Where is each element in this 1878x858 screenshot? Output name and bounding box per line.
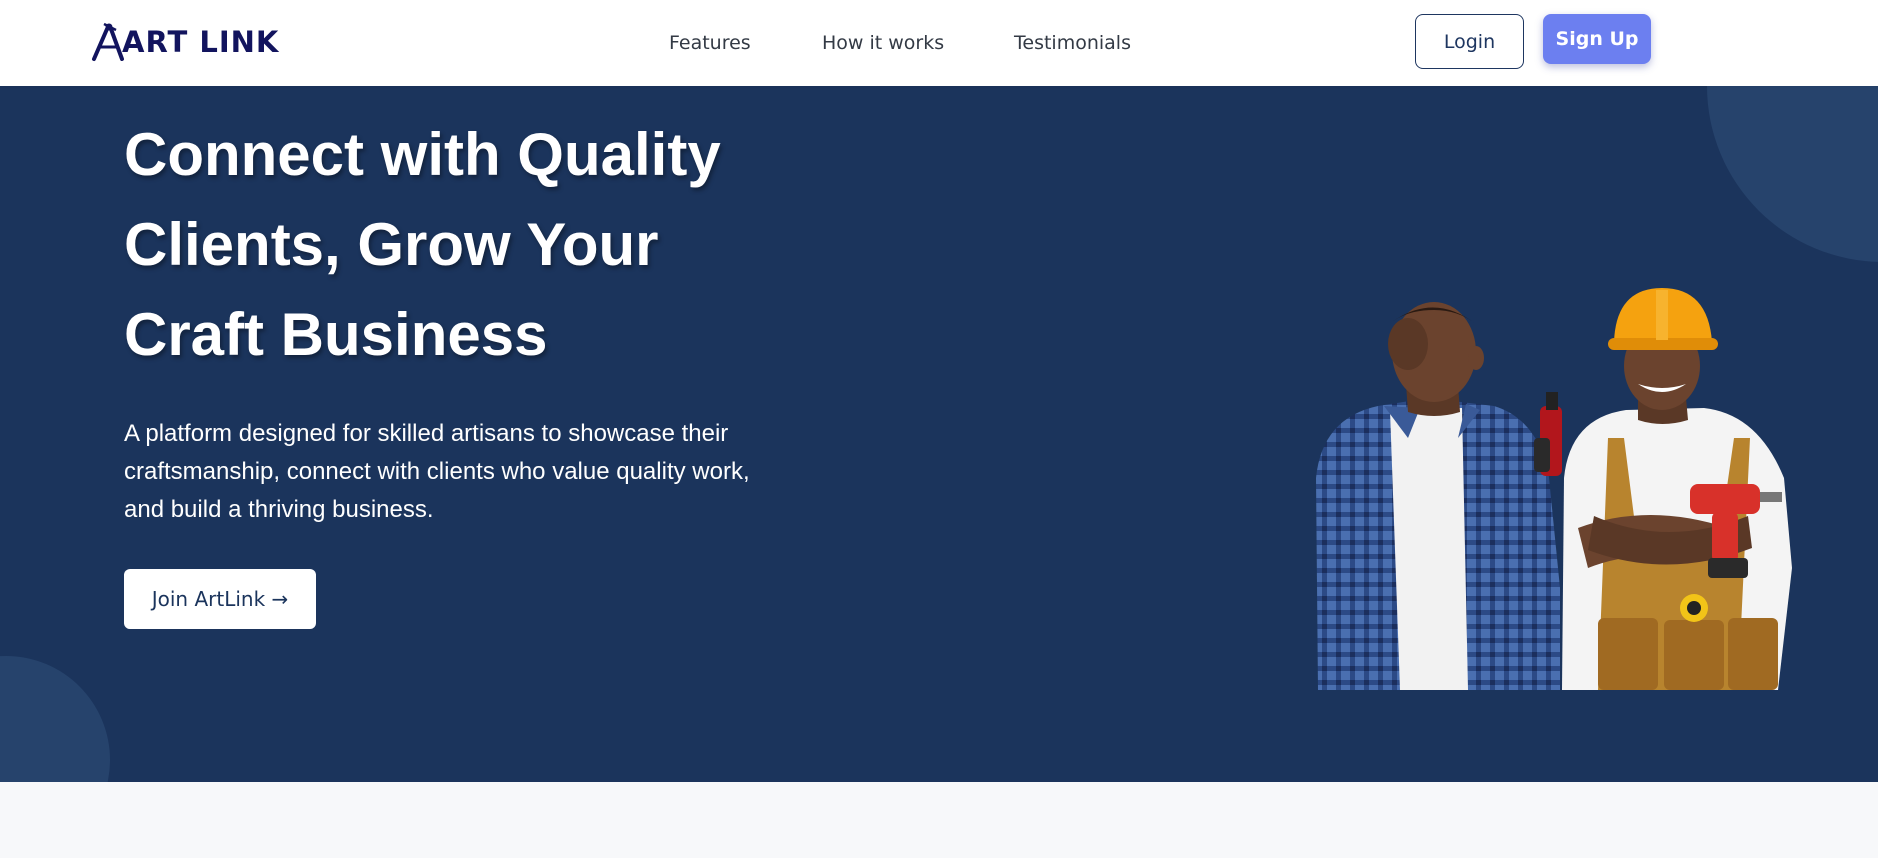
login-button[interactable]: Login xyxy=(1415,14,1524,69)
nav-link-testimonials[interactable]: Testimonials xyxy=(1014,30,1131,56)
craftsmen-hero-image xyxy=(1316,288,1792,690)
brand-name: ART LINK xyxy=(122,25,280,59)
nav-link-features[interactable]: Features xyxy=(669,30,751,56)
hero-section: Connect with Quality Clients, Grow Your … xyxy=(0,86,1878,782)
hero-description: A platform designed for skilled artisans… xyxy=(124,420,750,523)
hero-title: Connect with Quality Clients, Grow Your … xyxy=(124,121,721,368)
top-navbar: ART LINK Features How it works Testimoni… xyxy=(0,0,1878,86)
decorative-circle-bottom-left xyxy=(0,656,110,782)
signup-button[interactable]: Sign Up xyxy=(1543,14,1651,64)
decorative-circle-top-right xyxy=(1707,86,1878,262)
join-artlink-button[interactable]: Join ArtLink → xyxy=(124,569,316,629)
brand-logo[interactable]: ART LINK xyxy=(90,20,279,64)
compass-logo-icon xyxy=(92,22,124,61)
nav-link-how-it-works[interactable]: How it works xyxy=(822,30,944,56)
